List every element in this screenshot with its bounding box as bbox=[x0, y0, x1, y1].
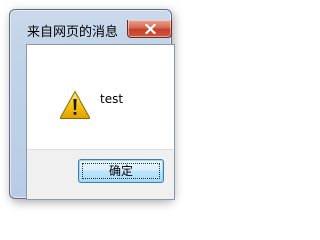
dialog-title: 来自网页的消息 bbox=[27, 25, 119, 40]
ok-button[interactable]: 确定 bbox=[78, 159, 164, 183]
warning-icon bbox=[59, 90, 91, 119]
close-button[interactable] bbox=[127, 20, 172, 38]
ok-button-label: 确定 bbox=[108, 163, 133, 178]
message-text: test bbox=[100, 92, 124, 106]
dialog-content: test 确定 bbox=[26, 44, 175, 200]
close-x-icon bbox=[145, 24, 156, 34]
dialog-window: 来自网页的消息 test 确定 bbox=[9, 9, 175, 200]
